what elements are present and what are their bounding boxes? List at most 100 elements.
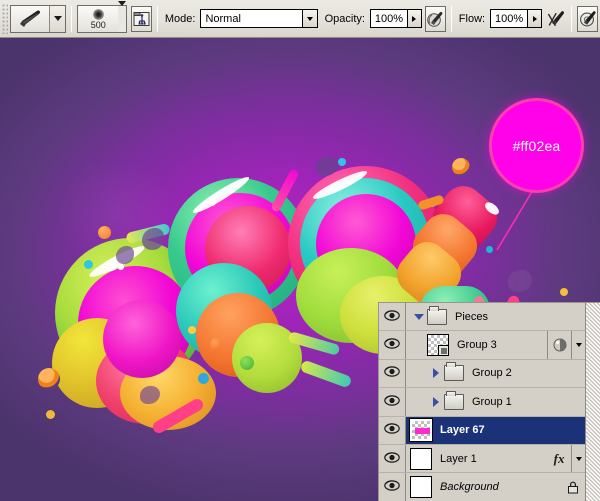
divider [71,5,73,32]
layer-row-icons [561,473,585,500]
artwork-dot [486,246,493,253]
artwork-dot [38,368,60,390]
chevron-down-icon [575,456,582,461]
eye-icon [384,478,400,496]
layer-row-icons [547,331,585,359]
opacity-value: 100% [374,12,404,25]
layer-row[interactable]: Group 2 [379,359,586,389]
layer-effects-expand-toggle[interactable] [571,444,585,473]
fx-icon[interactable]: fx [547,445,571,472]
artwork-dot [452,158,470,176]
layer-visibility-toggle[interactable] [379,473,406,501]
panel-scrollbar[interactable] [585,303,600,501]
flow-value: 100% [495,12,524,25]
artwork-dot [338,158,346,166]
artwork-dot [46,410,55,419]
layer-row-body[interactable]: Group 2 [406,360,585,387]
opacity-slider-arrow[interactable] [406,10,421,27]
soft-round-brush-icon [92,8,104,20]
layer-row[interactable]: Background [379,473,586,501]
brushes-palette-toggle[interactable] [131,5,152,32]
artwork-highlight [208,198,216,206]
artwork-dash [299,359,353,389]
brush-preset-dropdown[interactable] [118,0,127,32]
opacity-pressure-toggle[interactable] [425,5,446,32]
layer-visibility-toggle[interactable] [379,331,406,359]
layer-row-body[interactable]: Background [406,473,585,500]
chevron-down-icon [575,343,582,348]
layer-row[interactable]: Pieces [379,303,586,332]
blend-mode-value: Normal [205,12,241,25]
chevron-right-icon [532,15,537,22]
airbrush-toggle[interactable] [577,5,598,32]
chevron-right-icon [432,368,439,379]
layer-thumbnail[interactable] [410,447,432,470]
flow-label: Flow: [458,12,486,25]
tool-preset-picker[interactable] [10,4,67,33]
options-bar-grip[interactable] [2,3,9,34]
layer-row[interactable]: Group 3 [379,331,586,360]
blend-mode-select[interactable]: Normal [200,9,318,28]
chevron-down-icon [118,0,127,23]
mode-label: Mode: [164,12,196,25]
swatch-leader-line [496,189,534,251]
layer-row-body[interactable]: Group 3 [406,331,585,359]
divider [156,5,158,32]
flow-pressure-toggle[interactable] [546,6,566,32]
layer-name: Layer 1 [440,452,477,465]
opacity-label: Opacity: [324,12,365,25]
swatch-hex-label: #ff02ea [512,137,561,154]
chevron-right-icon [412,15,417,22]
layers-list[interactable]: Pieces Group 3 Group 2 Group 1 Layer 67 … [379,303,586,501]
layer-row-body[interactable]: Layer 1 fx [406,444,585,473]
blend-mode-dropdown-arrow[interactable] [301,10,317,27]
layer-name: Background [440,481,499,494]
group-expand-toggle-closed[interactable] [427,396,444,407]
layer-name: Group 2 [472,367,512,380]
paintbrush-icon [11,5,50,32]
lock-icon [561,473,585,500]
layer-name: Pieces [455,310,489,323]
artwork-dot [210,338,222,350]
layer-thumbnail[interactable] [410,476,432,499]
layer-name: Group 1 [472,395,512,408]
folder-icon [427,305,447,325]
layer-row[interactable]: Layer 67 [379,416,586,445]
folder-icon [444,390,464,410]
eye-icon [384,450,400,468]
layer-visibility-toggle[interactable] [379,416,406,444]
divider [450,5,452,32]
layer-row-body[interactable]: Group 1 [406,388,585,415]
layer-visibility-toggle[interactable] [379,303,406,331]
layer-name: Layer 67 [440,424,485,437]
divider [571,5,573,32]
brush-preset-picker[interactable]: 500 [77,0,128,33]
layers-panel[interactable]: Pieces Group 3 Group 2 Group 1 Layer 67 … [378,302,600,501]
artwork-dot [188,326,196,334]
layer-row-body[interactable]: Pieces [406,303,585,330]
group-expand-toggle-open[interactable] [410,313,427,320]
folder-icon [444,362,464,382]
layer-thumbnail[interactable] [427,334,449,357]
flow-input[interactable]: 100% [490,9,543,28]
thumbnail-content [415,428,430,435]
artwork-petal [508,270,532,292]
group-expand-toggle-closed[interactable] [427,368,444,379]
opacity-input[interactable]: 100% [369,9,422,28]
flow-slider-arrow[interactable] [527,10,542,27]
chevron-down-icon [413,313,424,320]
layer-thumbnail[interactable] [409,418,433,443]
tool-preset-dropdown[interactable] [49,5,66,32]
adjustment-icon[interactable] [547,331,571,359]
artwork-shape [103,300,181,378]
eye-icon [384,364,400,382]
layer-visibility-toggle[interactable] [379,359,406,388]
layer-row-body[interactable]: Layer 67 [406,417,585,444]
layer-visibility-toggle[interactable] [379,444,406,473]
layer-effects-expand-toggle[interactable] [571,331,585,359]
chevron-down-icon [306,16,313,21]
layer-row[interactable]: Layer 1 fx [379,444,586,474]
layer-visibility-toggle[interactable] [379,388,406,416]
layer-row[interactable]: Group 1 [379,388,586,417]
eye-icon [384,308,400,326]
